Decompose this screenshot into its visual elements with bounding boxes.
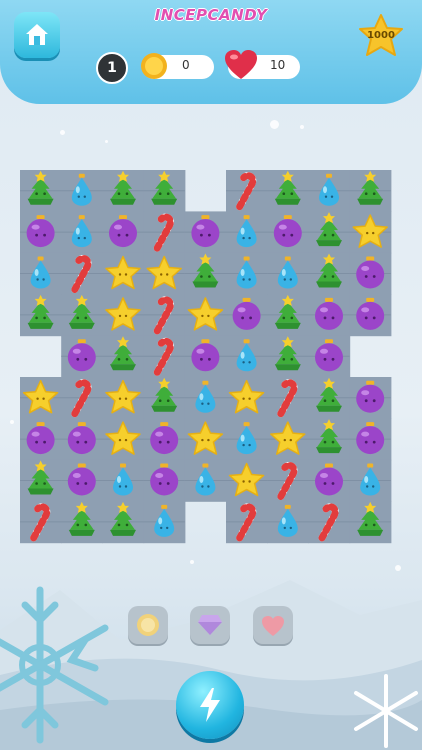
gem-icon [198,615,222,635]
heart-booster-button[interactable] [253,606,293,644]
coin-booster-button[interactable] [128,606,168,644]
coin-icon [137,614,159,636]
gem-booster-button[interactable] [190,606,230,644]
lightning-play-button[interactable] [176,671,244,739]
board-pieces [22,170,388,542]
lightning-icon [200,688,220,722]
heart-icon [262,616,284,636]
